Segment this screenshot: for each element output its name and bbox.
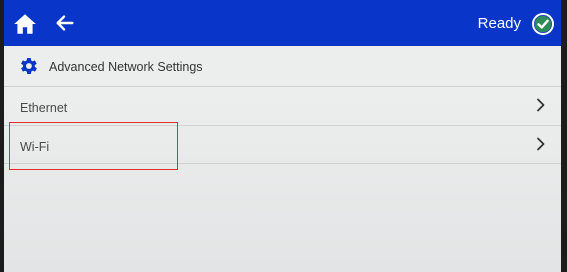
page-title: Advanced Network Settings — [49, 60, 203, 74]
home-icon[interactable] — [12, 11, 38, 37]
device-bezel-right — [561, 0, 567, 272]
chevron-right-icon — [537, 98, 545, 112]
page-header: Advanced Network Settings — [4, 46, 561, 86]
check-circle-icon — [532, 13, 554, 35]
list-item-ethernet[interactable]: Ethernet — [4, 86, 561, 125]
list-item-label: Ethernet — [20, 101, 68, 115]
top-bar: Ready — [4, 0, 561, 46]
back-arrow-icon[interactable] — [54, 12, 76, 34]
printer-screen: Ready Advanced Network Settings Ethernet… — [4, 0, 561, 272]
gear-icon — [21, 58, 37, 74]
status-text: Ready — [477, 15, 521, 32]
chevron-right-icon — [537, 137, 545, 151]
highlight-box — [9, 122, 178, 170]
